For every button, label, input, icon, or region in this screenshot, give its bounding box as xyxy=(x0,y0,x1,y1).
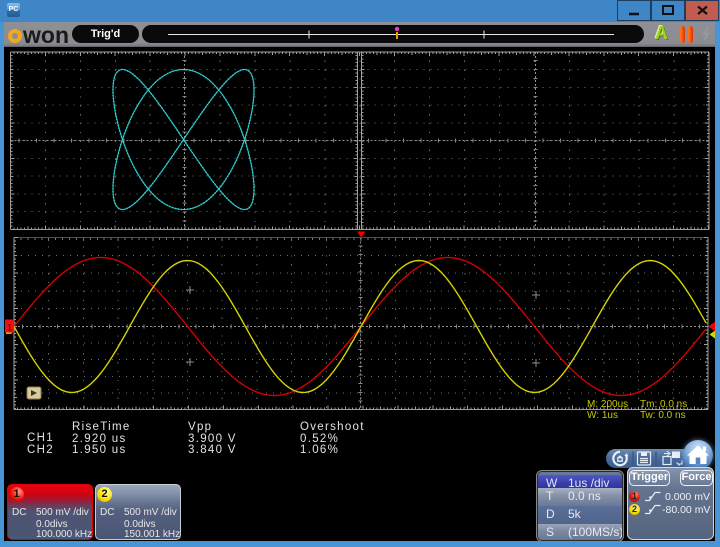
svg-text:W: 1us: W: 1us xyxy=(587,410,618,421)
svg-text:M: 200us: M: 200us xyxy=(587,399,628,410)
svg-text:Tw: 0.0 ns: Tw: 0.0 ns xyxy=(640,410,686,421)
svg-text:Tm: 0.0 ns: Tm: 0.0 ns xyxy=(640,399,687,410)
svg-text:1: 1 xyxy=(7,323,12,333)
